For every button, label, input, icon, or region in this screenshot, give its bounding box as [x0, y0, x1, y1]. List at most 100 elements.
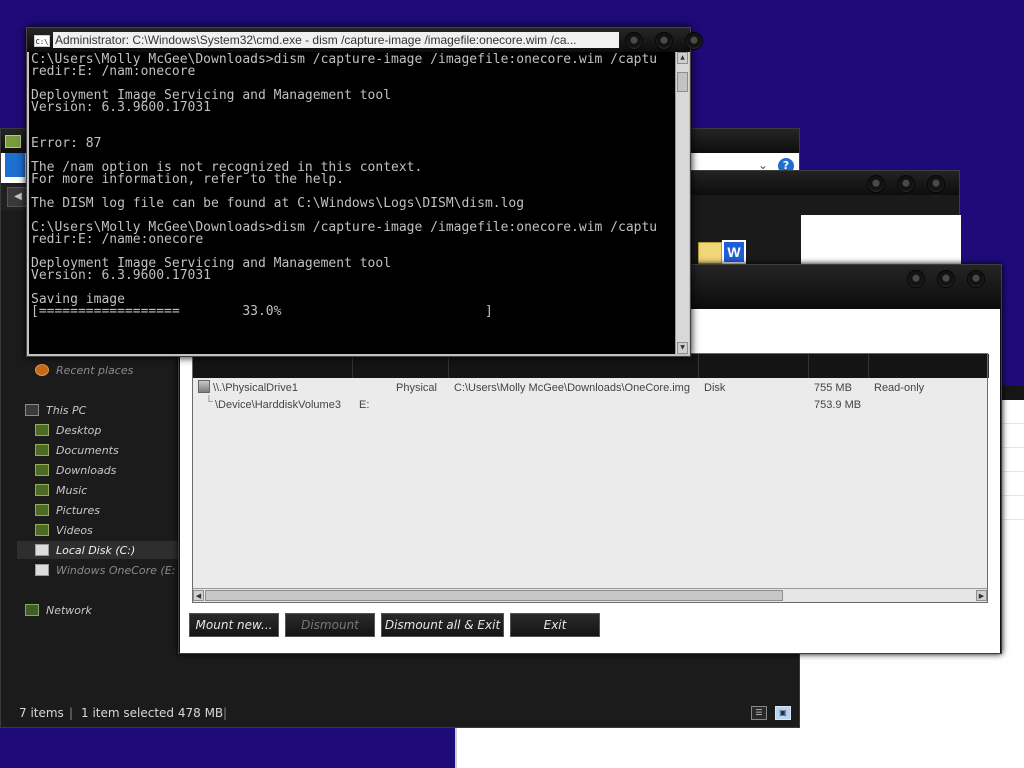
nav-item-pictures[interactable]: Pictures: [35, 501, 100, 519]
minimize-button[interactable]: [907, 270, 925, 288]
column-header[interactable]: [809, 354, 869, 378]
nav-item-local-disk[interactable]: Local Disk (C:): [17, 541, 195, 559]
nav-item-label: Documents: [56, 443, 119, 457]
secondary-window-title-bar[interactable]: [691, 171, 959, 195]
cmd-title-bar[interactable]: C:\ Administrator: C:\Windows\System32\c…: [27, 28, 703, 52]
status-separator: |: [223, 706, 228, 720]
console-line: Version: 6.3.9600.17031: [31, 100, 212, 115]
desktop-folder-icon: [35, 424, 49, 436]
close-button[interactable]: [927, 175, 945, 193]
scroll-right-icon[interactable]: ▶: [976, 590, 987, 601]
nav-item-label: Downloads: [56, 463, 117, 477]
disk-name: \\.\PhysicalDrive1: [213, 382, 298, 394]
scroll-left-icon[interactable]: ◀: [193, 590, 204, 601]
music-folder-icon: [35, 484, 49, 496]
scrollbar-thumb[interactable]: [205, 590, 783, 601]
nav-item-videos[interactable]: Videos: [35, 521, 93, 539]
file-tab[interactable]: [5, 153, 25, 177]
close-button[interactable]: [685, 32, 703, 50]
column-header[interactable]: [353, 354, 449, 378]
nav-item-label: Videos: [56, 523, 93, 537]
computer-icon: [25, 404, 39, 416]
scroll-up-icon[interactable]: ▲: [677, 52, 688, 64]
nav-item-label: Network: [46, 603, 92, 617]
nav-item-recent-places[interactable]: Recent places: [35, 361, 133, 379]
downloads-folder-icon: [35, 464, 49, 476]
item-count: 7 items: [19, 706, 64, 720]
list-header: [193, 354, 989, 378]
pictures-folder-icon: [35, 504, 49, 516]
column-header[interactable]: [449, 354, 699, 378]
maximize-button[interactable]: [897, 175, 915, 193]
column-header[interactable]: [193, 354, 353, 378]
disk-size: 755 MB: [814, 382, 852, 394]
volume-size: 753.9 MB: [814, 399, 862, 411]
command-prompt-window: C:\ Administrator: C:\Windows\System32\c…: [26, 27, 703, 357]
console-line: Error: 87: [31, 136, 102, 151]
mount-window-content: \\.\PhysicalDrive1 Physical C:\Users\Mol…: [180, 309, 1000, 653]
column-header[interactable]: [869, 354, 989, 378]
console-line: [================== 33.0% ]: [31, 304, 493, 319]
drive-letter: E:: [359, 399, 370, 411]
nav-item-documents[interactable]: Documents: [35, 441, 119, 459]
console-line: For more information, refer to the help.: [31, 172, 345, 187]
maximize-button[interactable]: [655, 32, 673, 50]
details-view-icon[interactable]: ☰: [751, 706, 767, 720]
console-line: redir:E: /name:onecore: [31, 232, 204, 247]
nav-item-label: Local Disk (C:): [56, 543, 136, 557]
scrollbar-thumb[interactable]: [677, 72, 688, 92]
access-mode: Read-only: [874, 382, 925, 394]
maximize-button[interactable]: [937, 270, 955, 288]
nav-item-label: Desktop: [56, 423, 102, 437]
mounted-images-list[interactable]: \\.\PhysicalDrive1 Physical C:\Users\Mol…: [192, 353, 989, 603]
recent-places-icon: [35, 364, 49, 376]
drive-icon: [35, 564, 49, 576]
selection-info: 1 item selected 478 MB: [81, 706, 224, 720]
tree-connector: └: [205, 396, 213, 408]
console-line: redir:E: /nam:onecore: [31, 64, 196, 79]
exit-button[interactable]: Exit: [510, 613, 600, 637]
scroll-down-icon[interactable]: ▼: [677, 342, 688, 354]
drive-icon: [35, 544, 49, 556]
vertical-scrollbar[interactable]: ▲ ▼: [675, 52, 689, 354]
nav-item-label: Windows OneCore (E:: [56, 563, 176, 577]
column-header[interactable]: [699, 354, 809, 378]
dismount-all-exit-button[interactable]: Dismount all & Exit: [381, 613, 504, 637]
cmd-icon: C:\: [34, 35, 50, 47]
folder-icon[interactable]: [698, 242, 722, 264]
disk-type: Physical: [396, 382, 437, 394]
cmd-window-title: Administrator: C:\Windows\System32\cmd.e…: [53, 32, 619, 48]
nav-item-label: Pictures: [56, 503, 101, 517]
network-icon: [25, 604, 39, 616]
nav-item-label: This PC: [46, 403, 87, 417]
nav-item-label: Music: [56, 483, 88, 497]
status-separator: |: [69, 706, 74, 720]
mount-new-button[interactable]: Mount new...: [189, 613, 279, 637]
disk-kind: Disk: [704, 382, 726, 394]
nav-item-music[interactable]: Music: [35, 481, 87, 499]
console-output[interactable]: C:\Users\Molly McGee\Downloads>dism /cap…: [29, 52, 675, 354]
large-icons-view-icon[interactable]: ▣: [775, 706, 791, 720]
dismount-button[interactable]: Dismount: [285, 613, 375, 637]
nav-item-onecore-drive[interactable]: Windows OneCore (E:: [35, 561, 175, 579]
nav-item-desktop[interactable]: Desktop: [35, 421, 101, 439]
minimize-button[interactable]: [867, 175, 885, 193]
nav-item-downloads[interactable]: Downloads: [35, 461, 116, 479]
disk-icon: [198, 380, 210, 393]
disk-name-cell: \\.\PhysicalDrive1: [198, 380, 298, 394]
nav-item-network[interactable]: Network: [25, 601, 92, 619]
word-document-icon[interactable]: W: [722, 240, 746, 264]
horizontal-scrollbar[interactable]: ◀ ▶: [193, 588, 987, 602]
console-line: Version: 6.3.9600.17031: [31, 268, 212, 283]
minimize-button[interactable]: [625, 32, 643, 50]
status-bar: 7 items | 1 item selected 478 MB | ☰ ▣: [1, 702, 799, 726]
documents-folder-icon: [35, 444, 49, 456]
console-line: The DISM log file can be found at C:\Win…: [31, 196, 525, 211]
nav-item-label: Recent places: [56, 363, 134, 377]
videos-folder-icon: [35, 524, 49, 536]
nav-item-this-pc[interactable]: This PC: [25, 401, 86, 419]
close-button[interactable]: [967, 270, 985, 288]
